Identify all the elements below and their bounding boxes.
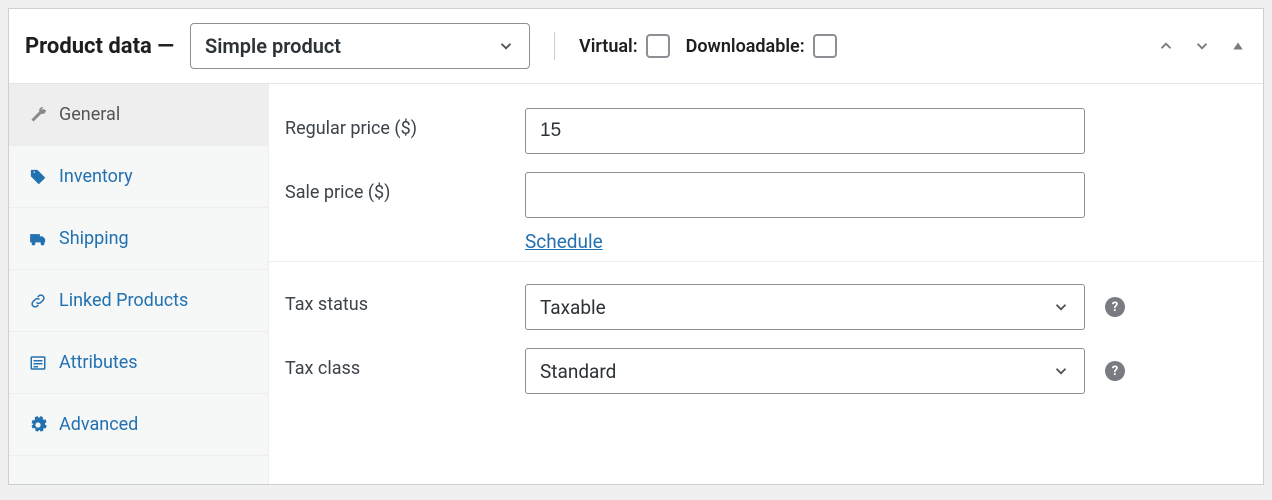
chevron-down-icon — [497, 37, 515, 55]
chevron-down-icon — [1052, 298, 1070, 316]
downloadable-label: Downloadable: — [686, 36, 805, 57]
list-icon — [29, 354, 47, 372]
downloadable-checkbox[interactable] — [813, 34, 837, 58]
tag-icon — [29, 168, 47, 186]
product-data-panel: Product data — Simple product Virtual: D… — [8, 8, 1264, 485]
schedule-link[interactable]: Schedule — [525, 230, 603, 253]
link-icon — [29, 292, 47, 310]
tax-class-label: Tax class — [285, 348, 525, 379]
sidebar-item-label: Inventory — [59, 166, 133, 187]
virtual-label: Virtual: — [579, 36, 638, 57]
help-icon[interactable]: ? — [1105, 297, 1125, 317]
chevron-up-icon[interactable] — [1157, 37, 1175, 55]
gear-icon — [29, 416, 47, 434]
wrench-icon — [29, 106, 47, 124]
sidebar-item-label: Attributes — [59, 352, 138, 373]
sidebar-item-label: Advanced — [59, 414, 138, 435]
panel-header-controls — [1157, 37, 1247, 55]
panel-header: Product data — Simple product Virtual: D… — [9, 9, 1263, 84]
virtual-checkbox[interactable] — [646, 34, 670, 58]
sidebar-item-shipping[interactable]: Shipping — [9, 208, 268, 270]
tax-status-label: Tax status — [285, 284, 525, 315]
tax-status-select[interactable]: Taxable — [525, 284, 1085, 330]
chevron-down-icon[interactable] — [1193, 37, 1211, 55]
sale-price-input[interactable] — [525, 172, 1085, 218]
chevron-down-icon — [1052, 362, 1070, 380]
product-type-select[interactable]: Simple product — [190, 23, 530, 69]
sidebar-item-label: General — [59, 104, 120, 125]
tax-status-value: Taxable — [540, 296, 606, 319]
product-type-value: Simple product — [205, 34, 341, 58]
tax-class-value: Standard — [540, 360, 616, 383]
regular-price-row: Regular price ($) — [285, 108, 1239, 154]
sidebar-item-advanced[interactable]: Advanced — [9, 394, 268, 456]
sidebar-item-inventory[interactable]: Inventory — [9, 146, 268, 208]
tax-class-row: Tax class Standard ? — [285, 348, 1239, 394]
sale-price-label: Sale price ($) — [285, 172, 525, 203]
triangle-up-icon[interactable] — [1229, 37, 1247, 55]
regular-price-input[interactable] — [525, 108, 1085, 154]
truck-icon — [29, 230, 47, 248]
tax-status-row: Tax status Taxable ? — [285, 284, 1239, 330]
divider — [269, 261, 1263, 262]
panel-body: General Inventory Shipping Linked Produc… — [9, 84, 1263, 484]
sidebar-item-general[interactable]: General — [9, 84, 268, 146]
sidebar-item-linked-products[interactable]: Linked Products — [9, 270, 268, 332]
regular-price-label: Regular price ($) — [285, 108, 525, 139]
sidebar-item-label: Shipping — [59, 228, 129, 249]
virtual-option: Virtual: — [579, 34, 670, 58]
divider — [554, 32, 555, 60]
panel-title: Product data — — [25, 34, 174, 59]
tax-class-select[interactable]: Standard — [525, 348, 1085, 394]
help-icon[interactable]: ? — [1105, 361, 1125, 381]
sidebar: General Inventory Shipping Linked Produc… — [9, 84, 269, 484]
sale-price-row: Sale price ($) Schedule — [285, 172, 1239, 253]
sidebar-item-attributes[interactable]: Attributes — [9, 332, 268, 394]
sidebar-item-label: Linked Products — [59, 290, 188, 311]
general-tab-content: Regular price ($) Sale price ($) Schedul… — [269, 84, 1263, 484]
downloadable-option: Downloadable: — [686, 34, 837, 58]
